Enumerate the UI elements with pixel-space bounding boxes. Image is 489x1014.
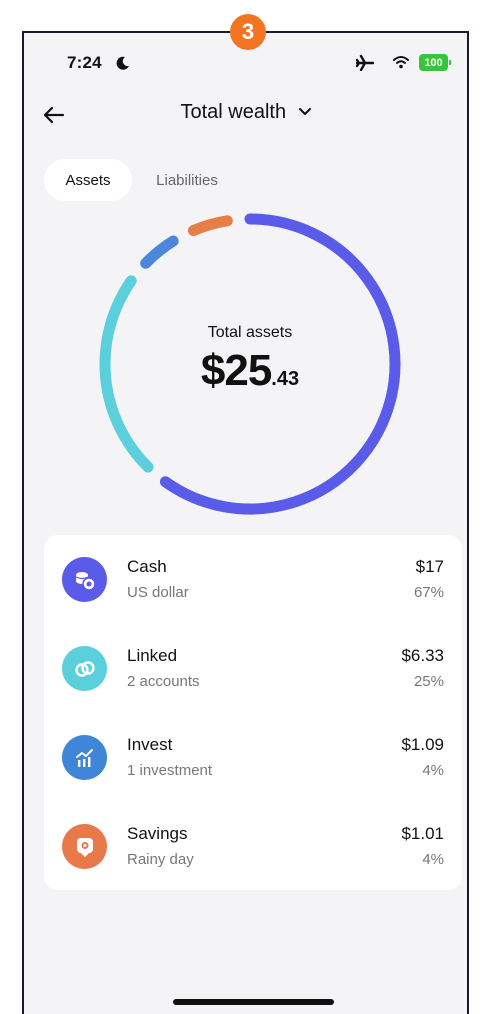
- total-assets-label: Total assets: [207, 324, 293, 341]
- home-indicator[interactable]: [173, 999, 334, 1005]
- item-title: Linked: [127, 646, 178, 665]
- amount-dollars: $25: [200, 346, 272, 395]
- item-subtitle: 1 investment: [127, 762, 213, 779]
- item-subtitle: US dollar: [127, 584, 189, 601]
- list-item-invest[interactable]: Invest 1 investment $1.09 4%: [44, 735, 462, 824]
- item-amount: $1.09: [401, 735, 444, 754]
- item-title: Cash: [127, 557, 167, 576]
- item-percent: 25%: [413, 673, 444, 690]
- airplane-icon: [356, 55, 374, 71]
- list-item-savings[interactable]: Savings Rainy day $1.01 4%: [44, 824, 462, 913]
- wifi-icon: [393, 56, 409, 69]
- phone-screen: 7:24 100 Total wealth Assets Liabilities…: [22, 31, 469, 1014]
- donut-center: Total assets $25.43: [97, 211, 403, 517]
- item-subtitle: Rainy day: [127, 851, 194, 868]
- chevron-down-icon: [298, 107, 311, 115]
- moon-icon: [116, 56, 129, 70]
- item-percent: 67%: [413, 584, 444, 601]
- total-assets-amount: $25.43: [201, 346, 299, 396]
- chart-growth-icon: [62, 735, 107, 780]
- item-percent: 4%: [422, 851, 444, 868]
- page-title: Total wealth: [180, 101, 287, 123]
- status-bar: 7:24 100: [24, 53, 467, 77]
- amount-cents: .43: [271, 368, 300, 390]
- item-amount: $1.01: [401, 824, 444, 843]
- item-title: Savings: [127, 824, 188, 843]
- assets-donut-chart: Total assets $25.43: [97, 211, 403, 517]
- battery-icon: 100: [419, 54, 451, 71]
- item-subtitle: 2 accounts: [127, 673, 200, 690]
- tab-assets[interactable]: Assets: [44, 159, 132, 201]
- step-badge: 3: [230, 14, 266, 50]
- item-title: Invest: [127, 735, 173, 754]
- item-percent: 4%: [422, 762, 444, 779]
- link-icon: [62, 646, 107, 691]
- item-amount: $17: [415, 557, 444, 576]
- item-amount: $6.33: [401, 646, 444, 665]
- status-time: 7:24: [67, 53, 102, 72]
- list-item-cash[interactable]: Cash US dollar $17 67%: [44, 557, 462, 646]
- assets-list: Cash US dollar $17 67% Linked 2 accounts…: [44, 535, 462, 890]
- coins-icon: [62, 557, 107, 602]
- list-item-linked[interactable]: Linked 2 accounts $6.33 25%: [44, 646, 462, 735]
- piggy-bank-icon: [62, 824, 107, 869]
- tab-liabilities[interactable]: Liabilities: [137, 159, 237, 201]
- header-title-dropdown[interactable]: Total wealth: [24, 101, 467, 124]
